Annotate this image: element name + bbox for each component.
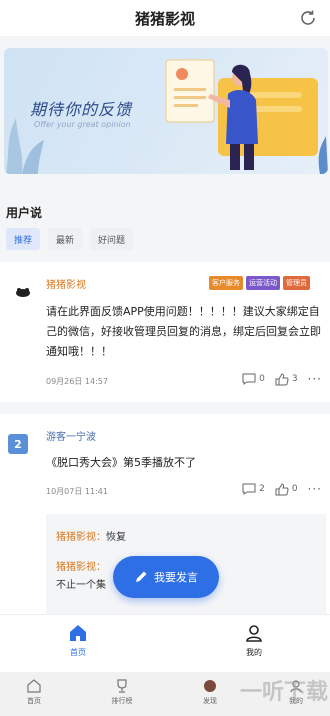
post-author[interactable]: 猪猪影视 bbox=[46, 276, 86, 291]
reply-item: 猪猪影视：恢复 bbox=[56, 528, 126, 543]
more-icon[interactable]: ··· bbox=[308, 482, 322, 496]
sys-tab-label: 排行榜 bbox=[111, 697, 133, 705]
comment-icon bbox=[242, 483, 256, 495]
reply-text: 恢复 bbox=[106, 532, 126, 543]
comment-button[interactable]: 0 bbox=[242, 373, 265, 385]
sys-tab-home[interactable]: 首页 bbox=[14, 678, 54, 706]
sys-tab-discover[interactable]: 发现 bbox=[190, 678, 230, 706]
nav-me[interactable]: 我的 bbox=[234, 623, 274, 658]
post-time: 09月26日 14:57 bbox=[46, 377, 108, 386]
fab-label: 我要发言 bbox=[154, 571, 198, 584]
pig-logo-avatar-icon bbox=[16, 288, 30, 297]
comment-count: 0 bbox=[259, 374, 265, 384]
trophy-icon bbox=[117, 679, 127, 693]
banner-title: 期待你的反馈 bbox=[30, 100, 133, 119]
role-badges: 客户服务 运营活动 管理员 bbox=[209, 276, 310, 290]
feedback-banner: 期待你的反馈 Offer your great opinion bbox=[4, 48, 328, 174]
like-button[interactable]: 0 bbox=[275, 482, 298, 496]
badge-admin: 管理员 bbox=[283, 276, 310, 290]
reply-item: 猪猪影视： bbox=[56, 558, 106, 573]
sys-tab-ranking[interactable]: 排行榜 bbox=[102, 678, 142, 706]
home-icon bbox=[70, 625, 86, 641]
comment-icon bbox=[242, 373, 256, 385]
comment-count: 2 bbox=[259, 484, 265, 494]
nav-home[interactable]: 首页 bbox=[58, 623, 98, 658]
bottom-nav: 首页 我的 bbox=[0, 614, 330, 672]
watermark: 一听下载 bbox=[239, 680, 328, 705]
tab-recommend[interactable]: 推荐 bbox=[6, 228, 41, 250]
pencil-icon bbox=[136, 571, 147, 582]
reply-item: 不止一个集 bbox=[56, 576, 106, 591]
discover-icon bbox=[204, 680, 216, 692]
section-title: 用户说 bbox=[6, 206, 43, 220]
thumbs-up-icon bbox=[275, 482, 289, 495]
post-actions: 0 3 ··· bbox=[242, 372, 322, 386]
post-content: 《脱口秀大会》第5季播放不了 bbox=[46, 456, 196, 469]
user-icon bbox=[246, 625, 262, 642]
sys-tab-label: 首页 bbox=[27, 697, 41, 705]
like-count: 3 bbox=[291, 374, 298, 384]
nav-me-label: 我的 bbox=[246, 648, 262, 657]
page-title: 猪猪影视 bbox=[134, 9, 195, 28]
post-feedback-button[interactable]: 我要发言 bbox=[113, 556, 219, 598]
post-content: 请在此界面反馈APP使用问题！！！！！建议大家绑定自己的微信，好接收管理员回复的… bbox=[46, 305, 321, 358]
home-outline-icon bbox=[27, 679, 41, 693]
post-card[interactable]: 猪猪影视 客户服务 运营活动 管理员 请在此界面反馈APP使用问题！！！！！建议… bbox=[0, 262, 330, 402]
app-header: 猪猪影视 bbox=[0, 0, 330, 36]
thumbs-up-icon bbox=[275, 372, 289, 385]
reply-text: 不止一个集 bbox=[56, 580, 106, 591]
like-count: 0 bbox=[291, 484, 298, 494]
post-time: 10月07日 11:41 bbox=[46, 487, 108, 496]
banner-subtitle: Offer your great opinion bbox=[34, 120, 131, 129]
tab-latest[interactable]: 最新 bbox=[48, 228, 83, 250]
nav-home-label: 首页 bbox=[70, 648, 86, 657]
avatar: 2 bbox=[8, 434, 28, 454]
badge-operations: 运营活动 bbox=[246, 276, 280, 290]
reply-author: 猪猪影视： bbox=[56, 532, 106, 543]
filter-tabs: 推荐 最新 好问题 bbox=[6, 228, 134, 250]
post-actions: 2 0 ··· bbox=[242, 482, 322, 496]
post-author[interactable]: 游客一宁波 bbox=[46, 428, 96, 443]
reply-author: 猪猪影视： bbox=[56, 562, 106, 573]
refresh-icon[interactable] bbox=[298, 8, 318, 28]
more-icon[interactable]: ··· bbox=[308, 372, 322, 386]
badge-customer-service: 客户服务 bbox=[209, 276, 243, 290]
like-button[interactable]: 3 bbox=[275, 372, 298, 386]
comment-button[interactable]: 2 bbox=[242, 483, 265, 495]
tab-good-questions[interactable]: 好问题 bbox=[90, 228, 134, 250]
sys-tab-label: 发现 bbox=[203, 697, 217, 705]
